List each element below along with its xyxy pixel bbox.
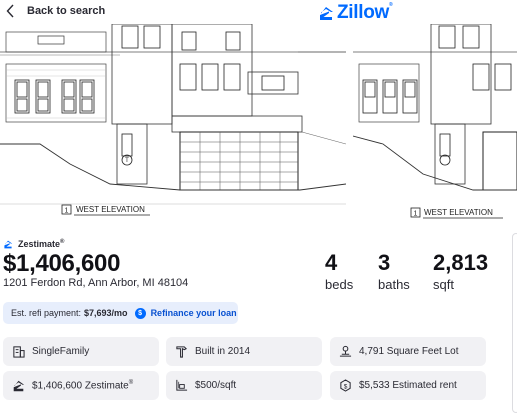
beds-stat: 4 beds [325,250,354,293]
building-icon [13,346,25,358]
svg-text:$: $ [344,383,348,390]
refi-label: Est. refi payment: [11,308,82,318]
svg-text:1: 1 [414,211,418,218]
fact-zestimate-text: $1,406,600 Zestimate® [32,379,134,392]
fact-home-type-text: SingleFamily [32,346,90,357]
beds-value: 4 [325,250,338,275]
zillow-wordmark: Zillow® [337,2,393,23]
fact-price-per-sqft-text: $500/sqft [195,380,237,391]
photo-gallery[interactable]: T 1 WEST ELEVATION 1 WEST ELEVATION [0,24,517,228]
elevation-drawing-main[interactable]: T 1 [0,24,346,228]
fact-zestimate: $1,406,600 Zestimate® [3,371,159,400]
back-to-search-button[interactable]: Back to search [6,4,105,18]
elevation-drawing-next[interactable]: 1 [353,24,517,228]
svg-text:1: 1 [65,208,69,215]
fact-rent: $ $5,533 Estimated rent [330,371,486,400]
fact-price-per-sqft: $500/sqft [166,371,322,400]
fact-lot-size: 4,791 Square Feet Lot [330,337,486,366]
back-to-search-label: Back to search [27,5,106,17]
rent-icon: $ [340,379,351,392]
main-caption: WEST ELEVATION [76,205,145,214]
hammer-icon [176,346,188,358]
sqft-stat: 2,813 sqft [433,250,489,293]
zestimate-icon [13,380,25,391]
sqft-value: 2,813 [433,250,489,275]
lot-size-icon [339,345,352,357]
fact-lot-size-text: 4,791 Square Feet Lot [359,346,459,357]
zestimate-heading: Zestimate® [3,239,64,249]
fact-year-built-text: Built in 2014 [195,346,251,357]
dollar-badge-icon: $ [134,307,146,319]
refinance-link[interactable]: Refinance your loan [151,308,237,318]
side-panel-edge [512,233,517,413]
baths-value: 3 [378,250,391,275]
sqft-label: sqft [433,277,454,292]
price-per-sqft-icon [176,379,188,391]
baths-label: baths [378,277,410,292]
svg-text:T: T [125,158,129,164]
fact-rent-text: $5,533 Estimated rent [359,380,457,391]
fact-home-type: SingleFamily [3,337,159,366]
beds-label: beds [325,277,354,292]
refi-banner: Est. refi payment: $7,693/mo $ Refinance… [3,302,238,324]
baths-stat: 3 baths [378,250,410,293]
home-address: 1201 Ferdon Rd, Ann Arbor, MI 48104 [3,277,189,289]
next-caption: WEST ELEVATION [424,208,493,217]
zillow-logo[interactable]: Zillow® [318,2,393,24]
refi-amount: $7,693/mo [84,308,128,318]
top-bar: Back to search Zillow® [0,0,517,24]
chevron-left-icon [6,4,14,18]
zestimate-label: Zestimate® [18,239,65,249]
zestimate-icon [4,240,13,248]
fact-year-built: Built in 2014 [166,337,322,366]
home-price: $1,406,600 [3,250,121,277]
zillow-z-icon [320,6,333,20]
